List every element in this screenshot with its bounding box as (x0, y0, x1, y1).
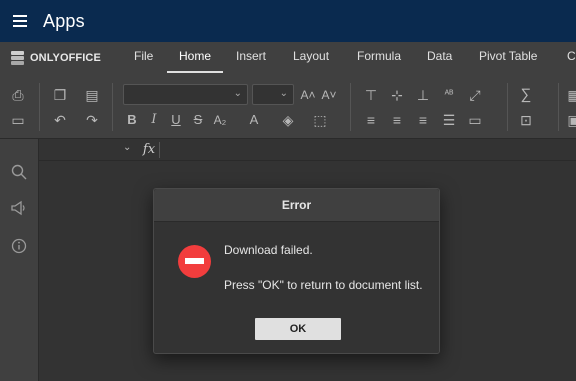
toolbar-separator (39, 83, 40, 131)
chevron-down-icon: ⌄ (279, 88, 288, 99)
error-dialog: Error Download failed. Press "OK" to ret… (153, 188, 440, 354)
tab-insert[interactable]: Insert (236, 42, 266, 73)
fill-color-icon[interactable]: ◈ (280, 112, 296, 128)
toolbar-separator (350, 83, 351, 131)
tab-formula[interactable]: Formula (357, 42, 401, 73)
dialog-instruction: Press "OK" to return to document list. (224, 278, 423, 292)
decrease-font-icon[interactable]: A˅ (321, 87, 337, 103)
tab-file[interactable]: File (134, 42, 153, 73)
chevron-down-icon: ⌄ (233, 88, 242, 99)
text-orientation-icon[interactable]: ⤢ (467, 87, 483, 103)
justify-icon[interactable]: ☰ (441, 112, 457, 128)
formula-bar: ⌄ fx (39, 139, 576, 161)
function-icon[interactable]: fx (139, 140, 159, 160)
formula-separator (159, 142, 160, 158)
tab-bar: ONLYOFFICE File Home Insert Layout Formu… (0, 42, 576, 73)
logo: ONLYOFFICE (10, 51, 101, 65)
ok-button[interactable]: OK (255, 318, 341, 340)
align-middle-icon[interactable]: ⊹ (389, 87, 405, 103)
name-box-chevron-down-icon[interactable]: ⌄ (123, 142, 131, 153)
print-icon[interactable]: ⎙ (10, 87, 26, 103)
font-name-select[interactable]: ⌄ (123, 84, 248, 105)
menu-icon[interactable] (13, 15, 27, 27)
app-bar: Apps (0, 0, 576, 42)
redo-icon[interactable]: ↷ (84, 112, 100, 128)
underline-icon[interactable]: U (168, 112, 184, 128)
align-left-icon[interactable]: ≡ (363, 112, 379, 128)
toolbar-separator (558, 83, 559, 131)
paste-icon[interactable]: ▤ (84, 87, 100, 103)
align-bottom-icon[interactable]: ⊥ (415, 87, 431, 103)
cell-format-icon[interactable]: ▦ (566, 87, 576, 103)
logo-text: ONLYOFFICE (30, 52, 101, 64)
app-title: Apps (43, 10, 85, 31)
search-icon[interactable] (10, 163, 28, 181)
tab-data[interactable]: Data (427, 42, 452, 73)
toolbar-separator (112, 83, 113, 131)
tab-home[interactable]: Home (166, 42, 224, 73)
tab-layout[interactable]: Layout (293, 42, 329, 73)
align-top-icon[interactable]: ⊤ (363, 87, 379, 103)
dialog-message: Download failed. (224, 243, 313, 257)
increase-font-icon[interactable]: A˄ (300, 87, 316, 103)
sum-icon[interactable]: ∑ (518, 87, 534, 103)
error-icon (178, 245, 211, 278)
save-icon[interactable]: ▭ (10, 112, 26, 128)
align-center-icon[interactable]: ≡ (389, 112, 405, 128)
onlyoffice-logo-icon (10, 51, 25, 65)
named-range-icon[interactable]: ⊡ (518, 112, 534, 128)
font-size-select[interactable]: ⌄ (252, 84, 294, 105)
align-right-icon[interactable]: ≡ (415, 112, 431, 128)
merge-cells-icon[interactable]: ▭ (467, 112, 483, 128)
dialog-title: Error (154, 189, 439, 222)
undo-icon[interactable]: ↶ (52, 112, 68, 128)
italic-icon[interactable]: I (146, 112, 162, 128)
font-color-icon[interactable]: A (246, 112, 262, 128)
subscript-icon[interactable]: A₂ (212, 112, 228, 128)
wrap-text-icon[interactable]: ᴬᴮ (441, 87, 457, 103)
tab-pivot-table[interactable]: Pivot Table (479, 42, 537, 73)
left-sidebar (0, 139, 39, 381)
feedback-icon[interactable] (10, 199, 28, 217)
toolbar-separator (507, 83, 508, 131)
toolbar: ⎙ ▭ ❐ ▤ ↶ ↷ ⌄ ⌄ A˄ A˅ B I U S A₂ A ◈ ⬚ ⊤… (0, 73, 576, 139)
bold-icon[interactable]: B (124, 112, 140, 128)
editor-window: Apps ONLYOFFICE File Home Insert Layout … (0, 0, 576, 381)
borders-icon[interactable]: ⬚ (312, 112, 328, 128)
strikethrough-icon[interactable]: S (190, 112, 206, 128)
info-icon[interactable] (10, 237, 28, 255)
tab-collaboration[interactable]: C (567, 42, 576, 73)
copy-icon[interactable]: ❐ (52, 87, 68, 103)
clear-icon[interactable]: ▣ (566, 112, 576, 128)
